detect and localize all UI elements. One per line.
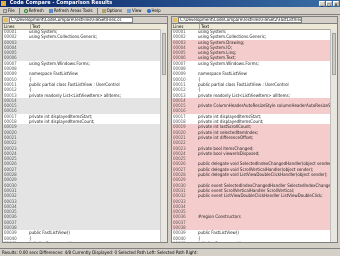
line-text: InitializeComponent(); — [198, 241, 331, 242]
file-label: File — [8, 8, 15, 13]
areas-icon — [48, 8, 53, 13]
left-file-pane: C:\Development\CodeCompare\TestFiles\Fil… — [2, 16, 168, 243]
view-label: View — [132, 8, 142, 13]
view-icon — [127, 8, 132, 13]
scroll-thumb[interactable] — [162, 33, 166, 75]
right-file-pane: C:\Development\CodeCompare\TestFiles\Fil… — [171, 16, 338, 243]
folder-icon[interactable] — [4, 18, 8, 22]
line-number: 00041 — [3, 241, 29, 242]
scroll-thumb[interactable] — [332, 33, 336, 75]
app-icon — [1, 1, 6, 6]
toolbar: File Refresh Refresh Areas Tools Options… — [0, 7, 340, 15]
toolbar-divider — [96, 7, 98, 14]
refresh-areas-label: Refresh Areas Tools — [53, 8, 93, 13]
left-path-bar: C:\Development\CodeCompare\TestFiles\Fil… — [3, 17, 167, 24]
refresh-icon — [23, 8, 28, 13]
file-icon — [3, 8, 7, 13]
refresh-label: Refresh — [28, 8, 44, 13]
file-menu-button[interactable]: File — [2, 8, 16, 14]
folder-icon[interactable] — [173, 18, 177, 22]
toolbar-divider — [18, 7, 20, 14]
line-number: 00041 — [172, 241, 198, 242]
help-icon — [146, 8, 151, 13]
right-path-bar: C:\Development\CodeCompare\TestFiles\Fil… — [172, 17, 337, 24]
refresh-button[interactable]: Refresh — [23, 8, 45, 14]
window-controls: _ □ × — [319, 1, 339, 7]
left-vertical-scrollbar[interactable] — [160, 29, 167, 242]
title-bar: Code Compare - Comparison Results _ □ × — [0, 0, 340, 7]
help-label: Help — [151, 8, 161, 13]
line-text: InitializeComponent(); — [29, 241, 161, 242]
options-button[interactable]: Options — [101, 8, 123, 14]
right-code-list[interactable]: 00001 using System; 00002 using System.Coll… — [172, 29, 331, 242]
status-bar: Results: 0.00 secs Differences: 4/8 Curr… — [0, 248, 340, 255]
options-label: Options — [106, 8, 123, 13]
view-button[interactable]: View — [126, 8, 143, 14]
refresh-areas-button[interactable]: Refresh Areas Tools — [48, 8, 94, 14]
minimize-button[interactable]: _ — [319, 1, 325, 7]
left-code-list[interactable]: 00001 using System; 00002 using System.Coll… — [3, 29, 161, 242]
right-path-input[interactable]: C:\Development\CodeCompare\TestFiles\Fil… — [178, 17, 302, 23]
window-title: Code Compare - Comparison Results — [9, 0, 113, 6]
code-line-row[interactable]: 00041 InitializeComponent(); — [3, 241, 161, 242]
right-vertical-scrollbar[interactable] — [330, 29, 337, 242]
code-line-row[interactable]: 00041 InitializeComponent(); — [172, 241, 331, 242]
maximize-button[interactable]: □ — [326, 1, 332, 7]
close-button[interactable]: × — [333, 1, 339, 7]
options-icon — [101, 8, 106, 13]
help-button[interactable]: Help — [146, 8, 162, 14]
left-path-input[interactable]: C:\Development\CodeCompare\TestFiles\Fil… — [9, 17, 133, 23]
